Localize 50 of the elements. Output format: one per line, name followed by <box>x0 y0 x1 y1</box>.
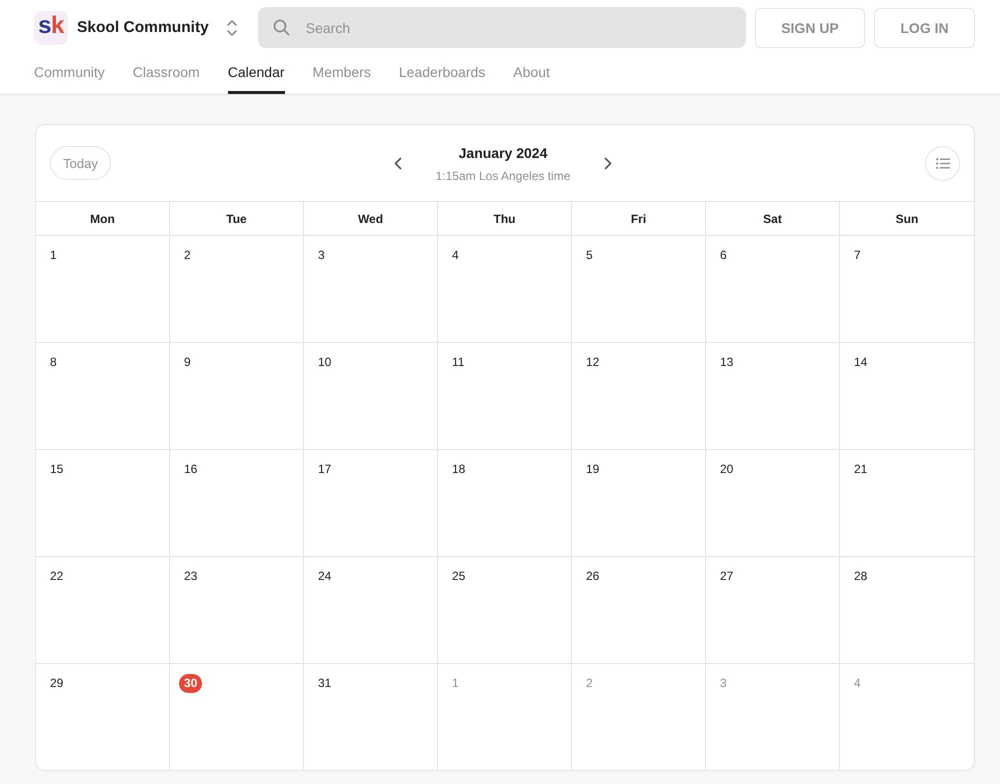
day-number[interactable]: 22 <box>45 567 68 586</box>
day-number[interactable]: 11 <box>447 353 470 372</box>
weekday-header: Sun <box>894 210 920 228</box>
weekday-header: Mon <box>36 202 170 235</box>
weekday-header: Tue <box>170 202 304 235</box>
list-icon <box>936 158 950 168</box>
community-name[interactable]: Skool Community <box>77 18 209 36</box>
month-title: January 2024 <box>458 145 548 161</box>
day-number[interactable]: 26 <box>581 567 604 586</box>
day-number[interactable]: 23 <box>179 567 202 586</box>
day-number[interactable]: 19 <box>581 460 604 479</box>
day-number[interactable]: 7 <box>849 246 866 265</box>
day-number[interactable]: 18 <box>447 460 470 479</box>
day-number[interactable]: 10 <box>313 353 336 372</box>
day-number[interactable]: 14 <box>849 353 872 372</box>
day-number[interactable]: 6 <box>715 246 732 265</box>
day-number[interactable]: 25 <box>447 567 470 586</box>
day-number[interactable]: 24 <box>313 567 336 586</box>
day-number[interactable]: 3 <box>313 246 330 265</box>
day-number[interactable]: 31 <box>313 674 336 693</box>
day-number[interactable]: 21 <box>849 460 872 479</box>
day-number[interactable]: 16 <box>179 460 202 479</box>
community-logo[interactable]: sk <box>34 10 68 44</box>
switcher-chevron-icon[interactable] <box>226 18 238 38</box>
weekday-header: Sat <box>706 202 840 235</box>
day-number[interactable]: 12 <box>581 353 604 372</box>
day-number[interactable]: 2 <box>179 246 196 265</box>
day-number[interactable]: 15 <box>45 460 68 479</box>
day-number[interactable]: 27 <box>715 567 738 586</box>
day-number[interactable]: 28 <box>849 567 872 586</box>
nav-tab[interactable]: Calendar <box>228 50 285 94</box>
chevron-right-icon <box>604 156 612 170</box>
day-number[interactable]: 13 <box>715 353 738 372</box>
day-number[interactable]: 4 <box>447 246 464 265</box>
today-day-number[interactable]: 30 <box>179 674 202 693</box>
day-number[interactable]: 20 <box>715 460 738 479</box>
list-view-button[interactable] <box>925 146 960 180</box>
day-number[interactable]: 29 <box>45 674 68 693</box>
weekday-header: Thu <box>438 202 572 235</box>
day-number[interactable]: 9 <box>179 353 196 372</box>
search-field[interactable]: Search <box>258 7 746 48</box>
weekday-header: Fri <box>572 202 706 235</box>
chevron-left-icon <box>394 156 402 170</box>
day-number[interactable]: 5 <box>581 246 598 265</box>
search-icon <box>272 19 290 36</box>
weekday-header: Wed <box>304 202 438 235</box>
day-number[interactable]: 17 <box>313 460 336 479</box>
local-time: 1:15am Los Angeles time <box>436 169 570 183</box>
day-number[interactable]: 1 <box>45 246 62 265</box>
day-number[interactable]: 8 <box>45 353 62 372</box>
